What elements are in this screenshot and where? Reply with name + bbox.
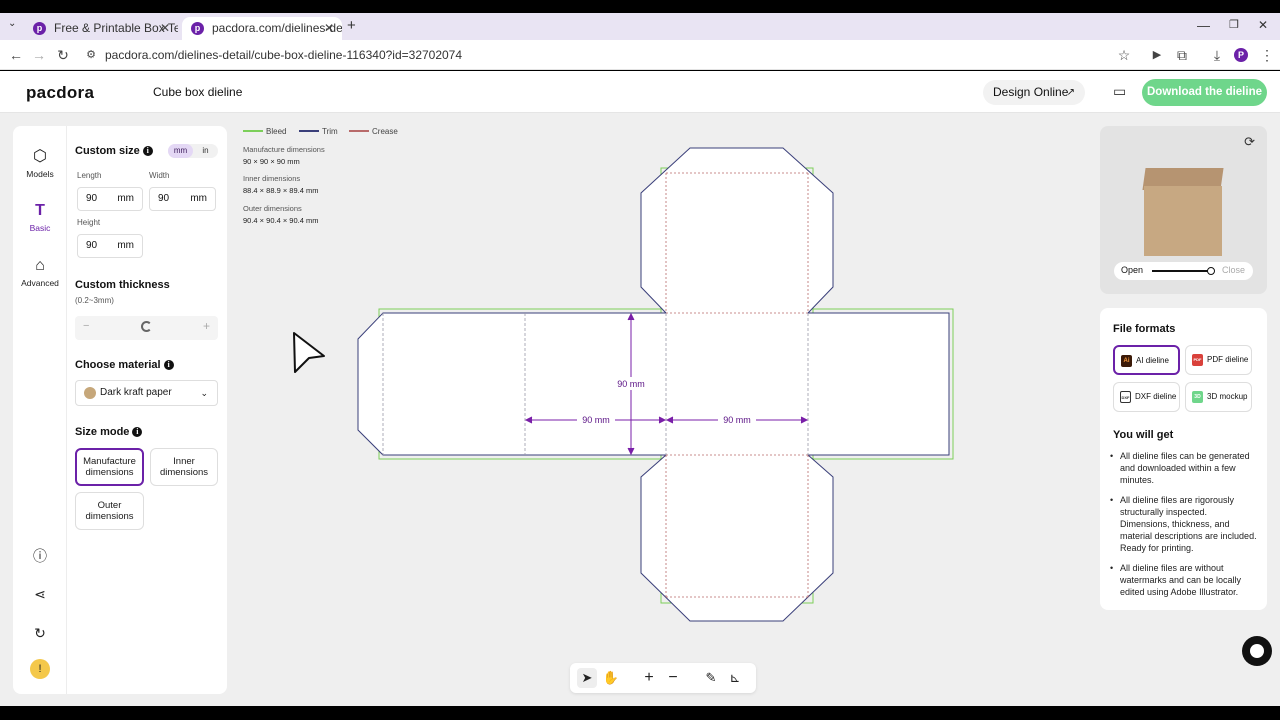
format-label: PDF dieline [1207, 355, 1249, 364]
mockup-icon: 3D [1192, 391, 1203, 403]
chat-bubble-icon [1250, 644, 1264, 658]
dieline-trim-outline [357, 147, 950, 622]
canvas-toolbar: ➤ ✋ + − ✎ ⊾ [570, 663, 756, 693]
pacdora-icon: p [33, 22, 46, 35]
box-front-face [1144, 186, 1222, 256]
app-area: pacdora Cube box dieline Design Online ↗… [0, 71, 1280, 706]
menu-kebab-icon[interactable]: ⋮ [1259, 47, 1275, 63]
restore-icon[interactable]: ❐ [1229, 18, 1239, 31]
format-3d-mockup-button[interactable]: 3D 3D mockup [1185, 382, 1252, 412]
dieline-canvas[interactable]: 90 mm 90 mm 90 mm [0, 71, 1280, 706]
pen-tool-icon[interactable]: ✎ [701, 668, 721, 688]
measure-tool-icon[interactable]: ⊾ [725, 668, 745, 688]
you-will-get-title: You will get [1113, 429, 1174, 441]
rotate-3d-icon[interactable]: ⟳ [1244, 134, 1255, 150]
file-formats-panel: File formats Ai AI dieline PDF PDF dieli… [1100, 308, 1267, 610]
minimize-icon[interactable]: — [1197, 18, 1210, 33]
zoom-out-icon[interactable]: − [663, 668, 683, 688]
close-window-icon[interactable]: ✕ [1258, 18, 1268, 32]
forward-icon[interactable]: → [31, 47, 47, 63]
width-annotation-b: 90 mm [723, 415, 751, 425]
format-label: 3D mockup [1207, 392, 1248, 401]
tab-dieline-detail[interactable]: p pacdora.com/dielines-detail/ ✕ [182, 17, 342, 40]
benefit-bullet: All dieline files are rigorously structu… [1108, 494, 1258, 554]
pacdora-icon: p [191, 22, 204, 35]
slider-thumb[interactable] [1207, 267, 1215, 275]
close-tab-icon[interactable]: ✕ [160, 17, 170, 40]
close-label: Close [1221, 265, 1245, 275]
3d-preview-panel[interactable]: ⟳ Open Close [1100, 126, 1267, 294]
download-icon[interactable]: ⤓ [1209, 47, 1225, 63]
slider-track [1152, 270, 1210, 272]
back-icon[interactable]: ← [8, 47, 24, 63]
width-annotation-a: 90 mm [582, 415, 610, 425]
tab-search-icon[interactable]: ⌄ [8, 18, 16, 29]
benefit-bullet: All dieline files are without watermarks… [1108, 562, 1258, 598]
extensions-icon[interactable]: ⧉ [1174, 47, 1190, 63]
pdf-file-icon: PDF [1192, 354, 1203, 366]
format-dxf-button[interactable]: DXF DXF dieline [1113, 382, 1180, 412]
ai-file-icon: Ai [1121, 355, 1132, 367]
play-extension-icon[interactable]: ▶ [1149, 47, 1165, 63]
bookmark-star-icon[interactable]: ☆ [1116, 47, 1132, 63]
open-close-slider[interactable]: Open Close [1114, 262, 1253, 280]
tab-box-templates[interactable]: p Free & Printable Box Templat ✕ [24, 17, 178, 40]
hand-tool-icon[interactable]: ✋ [601, 668, 621, 688]
address-bar: ← → ↻ ⚙ pacdora.com/dielines-detail/cube… [0, 40, 1280, 70]
format-pdf-button[interactable]: PDF PDF dieline [1185, 345, 1252, 375]
url-field[interactable]: pacdora.com/dielines-detail/cube-box-die… [105, 48, 462, 62]
close-tab-icon[interactable]: ✕ [324, 17, 334, 40]
new-tab-icon[interactable]: + [347, 18, 356, 34]
site-info-icon[interactable]: ⚙ [83, 47, 99, 63]
select-tool-icon[interactable]: ➤ [577, 668, 597, 688]
browser-tab-bar: ⌄ p Free & Printable Box Templat ✕ p pac… [0, 13, 1280, 40]
open-label: Open [1121, 265, 1144, 275]
profile-avatar[interactable]: P [1234, 48, 1248, 62]
benefit-bullet: All dieline files can be generated and d… [1108, 450, 1258, 486]
zoom-in-icon[interactable]: + [639, 668, 659, 688]
file-formats-title: File formats [1113, 323, 1176, 335]
dxf-file-icon: DXF [1120, 391, 1131, 403]
format-label: DXF dieline [1135, 392, 1177, 401]
format-label: AI dieline [1136, 356, 1169, 365]
chat-support-button[interactable] [1242, 636, 1272, 666]
mouse-cursor-icon [293, 332, 325, 373]
tab-label: pacdora.com/dielines-detail/ [212, 21, 342, 35]
reload-icon[interactable]: ↻ [55, 47, 71, 63]
height-annotation: 90 mm [617, 379, 645, 389]
format-ai-button[interactable]: Ai AI dieline [1113, 345, 1180, 375]
